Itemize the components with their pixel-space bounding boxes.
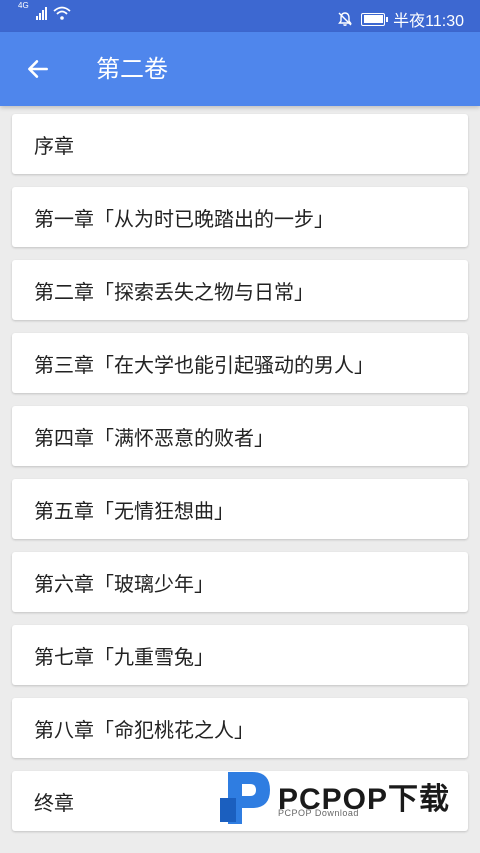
- chapter-item[interactable]: 第五章「无情狂想曲」: [12, 479, 468, 539]
- watermark-sub: PCPOP Download: [278, 808, 359, 818]
- wifi-icon: [53, 6, 71, 20]
- clock: 半夜11:30: [393, 13, 464, 30]
- chapter-title: 第五章「无情狂想曲」: [34, 498, 234, 523]
- chapter-title: 第一章「从为时已晚踏出的一步」: [34, 206, 334, 231]
- pcpop-logo-icon: [220, 772, 270, 824]
- chapter-title: 第二章「探索丢失之物与日常」: [34, 279, 314, 304]
- chapter-item[interactable]: 第七章「九重雪兔」: [12, 625, 468, 685]
- chapter-item[interactable]: 第八章「命犯桃花之人」: [12, 698, 468, 758]
- chapter-title: 第七章「九重雪兔」: [34, 644, 214, 669]
- notification-off-icon: [338, 12, 353, 26]
- chapter-title: 第四章「满怀恶意的败者」: [34, 425, 274, 450]
- chapter-title: 第八章「命犯桃花之人」: [34, 717, 254, 742]
- chapter-item[interactable]: 第二章「探索丢失之物与日常」: [12, 260, 468, 320]
- back-button[interactable]: [20, 51, 56, 87]
- chapter-title: 终章: [34, 790, 74, 815]
- chapter-item[interactable]: 第四章「满怀恶意的败者」: [12, 406, 468, 466]
- battery-icon: [361, 12, 389, 26]
- chapter-title: 第六章「玻璃少年」: [34, 571, 214, 596]
- page-title: 第二卷: [96, 55, 168, 83]
- app-bar: 第二卷: [0, 32, 480, 106]
- chapter-title: 序章: [34, 133, 74, 158]
- chapter-item[interactable]: 第六章「玻璃少年」: [12, 552, 468, 612]
- chapter-item[interactable]: 序章: [12, 114, 468, 174]
- network-type: 4G: [18, 1, 29, 10]
- arrow-left-icon: [28, 60, 48, 78]
- signal-icon: [35, 6, 47, 20]
- status-left: 4G: [18, 2, 71, 20]
- chapter-item[interactable]: 第一章「从为时已晚踏出的一步」: [12, 187, 468, 247]
- chapter-title: 第三章「在大学也能引起骚动的男人」: [34, 352, 374, 377]
- status-bar: 4G 半夜11:30: [0, 0, 480, 32]
- watermark: PCPOP下载 PCPOP Download: [218, 768, 468, 828]
- chapter-item[interactable]: 第三章「在大学也能引起骚动的男人」: [12, 333, 468, 393]
- status-right: 半夜11:30: [337, 7, 464, 31]
- chapter-list: 序章 第一章「从为时已晚踏出的一步」 第二章「探索丢失之物与日常」 第三章「在大…: [12, 114, 468, 844]
